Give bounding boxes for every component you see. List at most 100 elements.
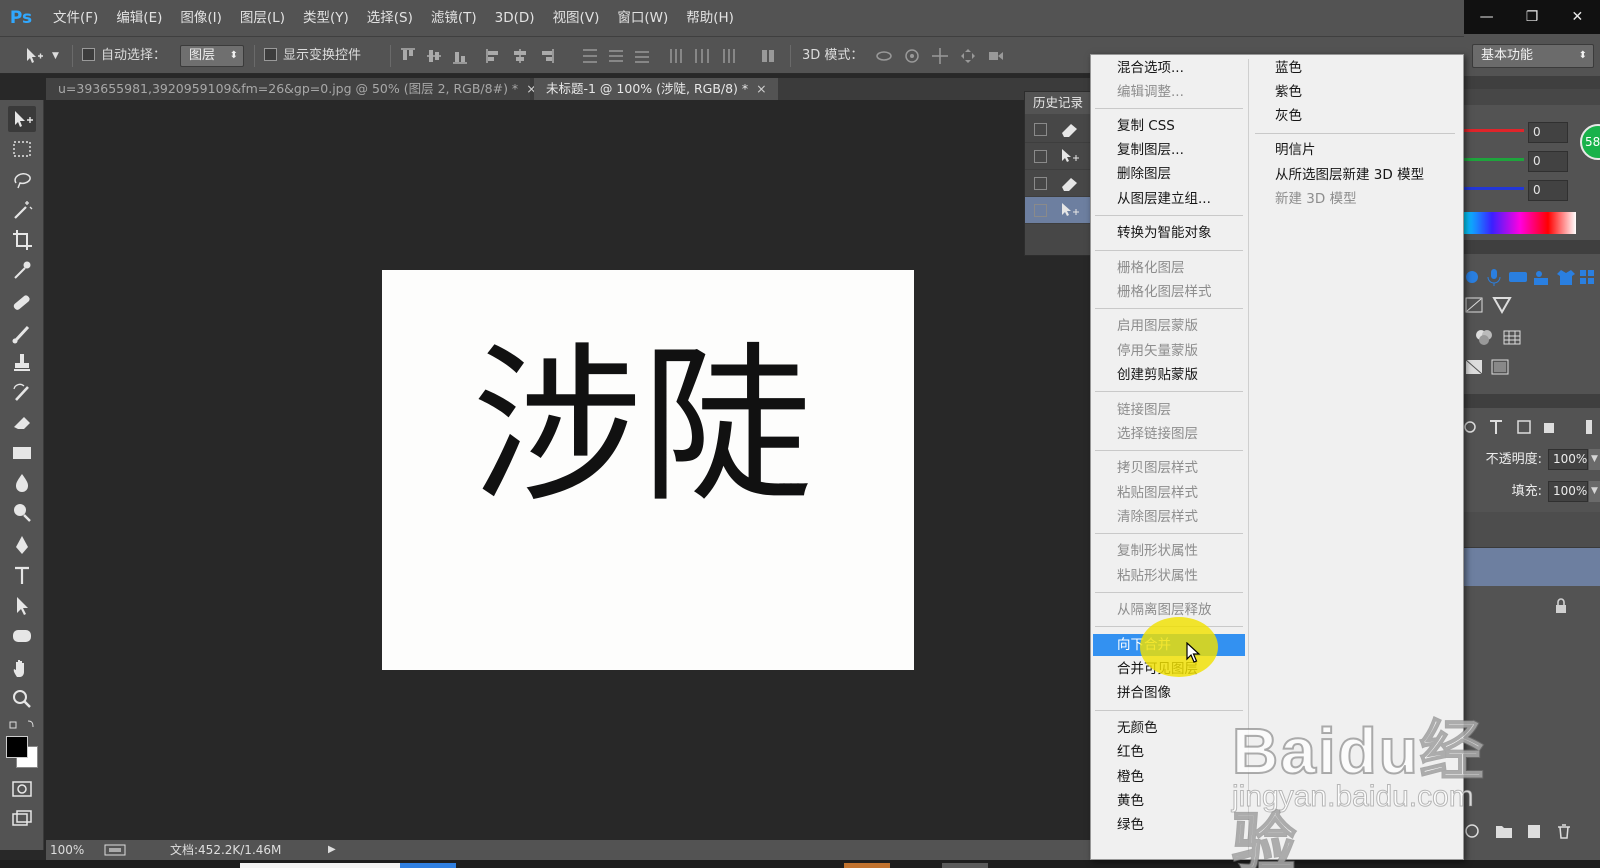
restore-button[interactable]: ❐ bbox=[1509, 0, 1554, 34]
menu-item-blue[interactable]: 蓝色 bbox=[1251, 57, 1459, 79]
tab-document-1[interactable]: u=393655981,3920959109&fm=26&gp=0.jpg @ … bbox=[46, 78, 537, 100]
dodge-tool[interactable] bbox=[8, 500, 36, 526]
menu-window[interactable]: 窗口(W) bbox=[608, 0, 677, 36]
checkbox-box[interactable] bbox=[264, 48, 277, 61]
users-icon[interactable] bbox=[1532, 268, 1552, 286]
filter-pixel-icon[interactable] bbox=[1464, 418, 1484, 436]
brush-tool[interactable] bbox=[8, 320, 36, 346]
workspace-switcher[interactable]: 基本功能 ⬍ bbox=[1472, 44, 1594, 68]
move-tool[interactable] bbox=[8, 106, 36, 132]
filter-smart-icon[interactable] bbox=[1540, 418, 1560, 436]
auto-select-checkbox[interactable]: 自动选择： bbox=[82, 45, 166, 67]
clone-stamp-tool[interactable] bbox=[8, 350, 36, 376]
align-top-icon[interactable] bbox=[398, 46, 418, 66]
align-right-icon[interactable] bbox=[536, 46, 556, 66]
opacity-dropdown-icon[interactable]: ▼ bbox=[1589, 449, 1600, 470]
shirt-icon[interactable] bbox=[1556, 268, 1576, 286]
red-slider-track[interactable] bbox=[1464, 129, 1524, 132]
status-preview-icon[interactable] bbox=[104, 844, 126, 856]
swap-colors-icon[interactable] bbox=[8, 714, 36, 732]
menu-select[interactable]: 选择(S) bbox=[358, 0, 422, 36]
canvas-area[interactable]: 涉陡 bbox=[46, 100, 1096, 840]
gradient-tool[interactable] bbox=[8, 440, 36, 466]
lasso-tool[interactable] bbox=[8, 167, 36, 193]
menu-item-duplicate-layer[interactable]: 复制图层... bbox=[1093, 139, 1245, 161]
path-selection-tool[interactable] bbox=[8, 593, 36, 619]
tab-document-2[interactable]: 未标题-1 @ 100% (涉陡, RGB/8) * × bbox=[534, 78, 778, 100]
distribute-right-icon[interactable] bbox=[718, 46, 738, 66]
new-fill-layer-icon[interactable] bbox=[1464, 822, 1484, 840]
3d-pan-icon[interactable] bbox=[930, 46, 950, 66]
menu-item-flatten-image[interactable]: 拼合图像 bbox=[1093, 682, 1245, 704]
menu-item-blending-options[interactable]: 混合选项... bbox=[1093, 57, 1245, 79]
pen-tool[interactable] bbox=[8, 533, 36, 559]
menu-edit[interactable]: 编辑(E) bbox=[107, 0, 171, 36]
blue-value[interactable]: 0 bbox=[1528, 180, 1568, 201]
eraser-tool[interactable] bbox=[8, 410, 36, 436]
distribute-hcenter-icon[interactable] bbox=[692, 46, 712, 66]
move-tool-icon[interactable] bbox=[24, 46, 44, 66]
hand-tool[interactable] bbox=[8, 656, 36, 682]
red-value[interactable]: 0 bbox=[1528, 122, 1568, 143]
curves-icon[interactable] bbox=[1464, 296, 1484, 314]
zoom-tool[interactable] bbox=[8, 686, 36, 712]
color-spectrum[interactable] bbox=[1464, 212, 1576, 234]
keyboard-icon[interactable] bbox=[1508, 268, 1528, 286]
tab-close-icon[interactable]: × bbox=[756, 81, 766, 96]
auto-align-icon[interactable] bbox=[758, 46, 778, 66]
menu-item-green[interactable]: 绿色 bbox=[1093, 814, 1245, 836]
grid-icon[interactable] bbox=[1578, 268, 1598, 286]
close-button[interactable]: ✕ bbox=[1555, 0, 1600, 34]
menu-item-red[interactable]: 红色 bbox=[1093, 741, 1245, 763]
menu-type[interactable]: 类型(Y) bbox=[294, 0, 358, 36]
eyedropper-tool[interactable] bbox=[8, 257, 36, 283]
quick-mask-icon[interactable] bbox=[8, 776, 36, 802]
filter-shape-icon[interactable] bbox=[1514, 418, 1534, 436]
document-canvas[interactable]: 涉陡 bbox=[382, 270, 914, 670]
filter-type-icon[interactable] bbox=[1486, 418, 1506, 436]
blue-slider[interactable]: 0 bbox=[1464, 178, 1600, 204]
menu-file[interactable]: 文件(F) bbox=[44, 0, 107, 36]
threshold-icon[interactable] bbox=[1464, 358, 1484, 376]
menu-image[interactable]: 图像(I) bbox=[171, 0, 231, 36]
menu-item-group-from-layers[interactable]: 从图层建立组... bbox=[1093, 188, 1245, 210]
filter-toggle-icon[interactable] bbox=[1580, 418, 1600, 436]
crop-tool[interactable] bbox=[8, 227, 36, 253]
menu-item-no-color[interactable]: 无颜色 bbox=[1093, 717, 1245, 739]
menu-item-violet[interactable]: 紫色 bbox=[1251, 81, 1459, 103]
show-transform-checkbox[interactable]: 显示变换控件 bbox=[264, 45, 361, 67]
3d-orbit-icon[interactable] bbox=[874, 46, 894, 66]
history-step[interactable] bbox=[1025, 170, 1091, 197]
distribute-top-icon[interactable] bbox=[580, 46, 600, 66]
tool-preset-arrow-icon[interactable]: ▼ bbox=[52, 45, 59, 67]
3d-scale-icon[interactable] bbox=[986, 46, 1006, 66]
blue-slider-track[interactable] bbox=[1464, 187, 1524, 190]
history-checkbox[interactable] bbox=[1034, 123, 1047, 136]
zoom-level[interactable]: 100% bbox=[50, 840, 84, 860]
menu-view[interactable]: 视图(V) bbox=[544, 0, 609, 36]
distribute-vcenter-icon[interactable] bbox=[606, 46, 626, 66]
history-panel-title[interactable]: 历史记录 bbox=[1025, 92, 1091, 114]
distribute-left-icon[interactable] bbox=[666, 46, 686, 66]
minimize-button[interactable]: — bbox=[1464, 0, 1509, 34]
align-hcenter-icon[interactable] bbox=[510, 46, 530, 66]
auto-select-dropdown[interactable]: 图层 ⬍ bbox=[180, 45, 244, 67]
menu-item-create-clipping-mask[interactable]: 创建剪贴蒙版 bbox=[1093, 364, 1245, 386]
menu-item-new-3d-from-layer[interactable]: 从所选图层新建 3D 模型 bbox=[1251, 164, 1459, 186]
history-brush-tool[interactable] bbox=[8, 380, 36, 406]
align-bottom-icon[interactable] bbox=[450, 46, 470, 66]
distribute-bottom-icon[interactable] bbox=[632, 46, 652, 66]
adjustment-icon[interactable] bbox=[1464, 268, 1484, 286]
healing-brush-tool[interactable] bbox=[8, 290, 36, 316]
blur-tool[interactable] bbox=[8, 470, 36, 496]
shape-tool[interactable] bbox=[8, 623, 36, 649]
menu-item-orange[interactable]: 橙色 bbox=[1093, 766, 1245, 788]
history-checkbox[interactable] bbox=[1034, 204, 1047, 217]
screen-mode-icon[interactable] bbox=[8, 806, 36, 832]
fill-dropdown-icon[interactable]: ▼ bbox=[1589, 481, 1600, 502]
menu-item-delete-layer[interactable]: 删除图层 bbox=[1093, 163, 1245, 185]
menu-item-copy-css[interactable]: 复制 CSS bbox=[1093, 115, 1245, 137]
gradient-map-icon[interactable] bbox=[1490, 358, 1510, 376]
foreground-color-swatch[interactable] bbox=[6, 736, 28, 758]
menu-item-postcard[interactable]: 明信片 bbox=[1251, 139, 1459, 161]
